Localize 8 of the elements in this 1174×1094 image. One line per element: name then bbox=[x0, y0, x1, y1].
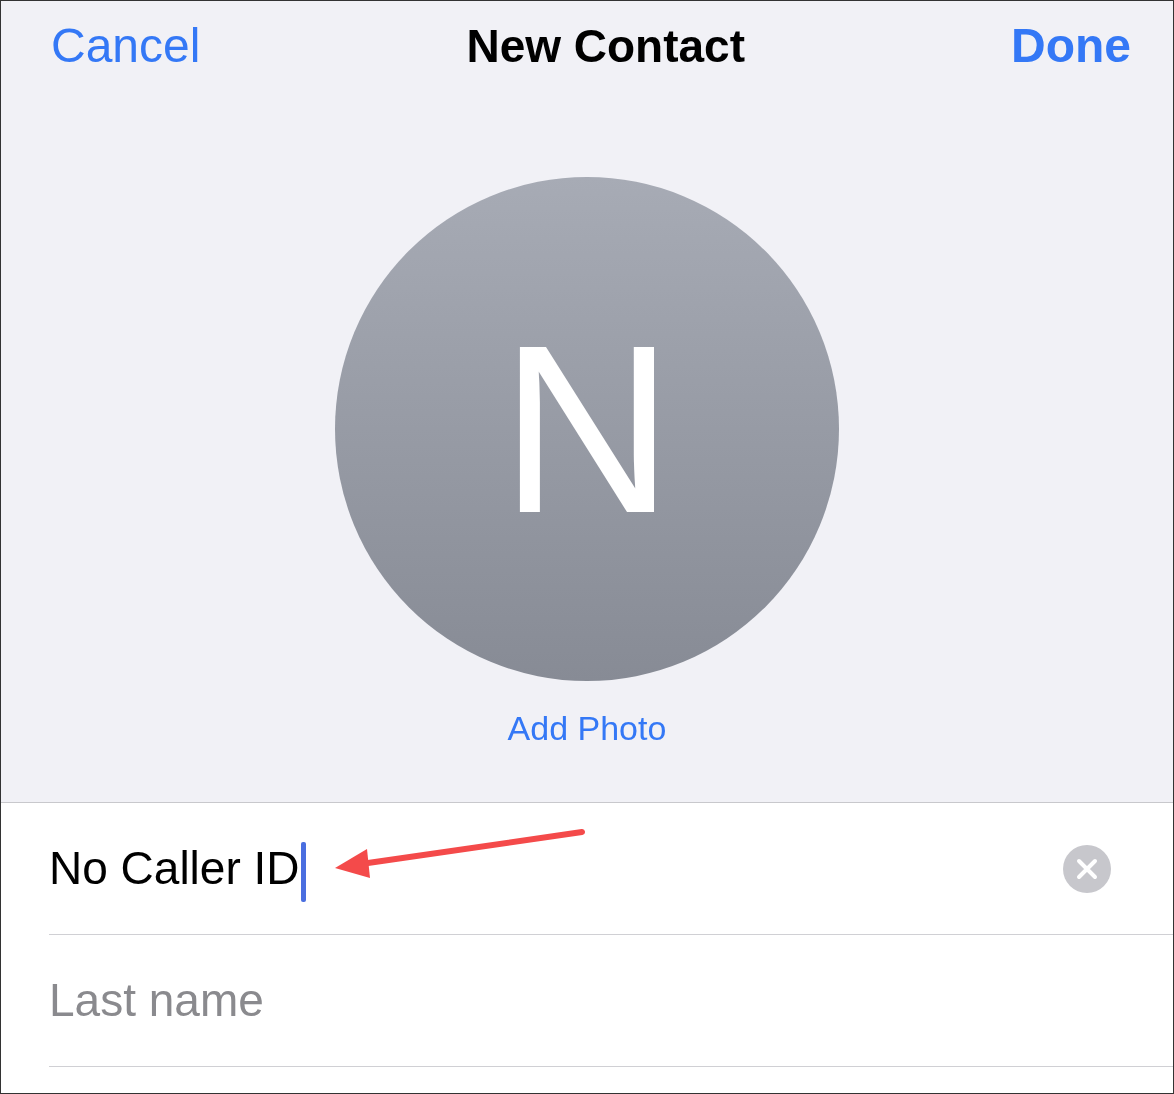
screen-title: New Contact bbox=[466, 18, 745, 74]
input-field[interactable]: Last name bbox=[49, 966, 1111, 1035]
cancel-button[interactable]: Cancel bbox=[51, 22, 201, 70]
clear-icon[interactable] bbox=[1063, 844, 1111, 893]
done-button[interactable]: Done bbox=[1011, 22, 1131, 70]
add-photo-link[interactable]: Add Photo bbox=[507, 703, 667, 754]
input-field[interactable]: No Caller ID bbox=[49, 834, 1063, 903]
avatar-initial: N bbox=[335, 177, 839, 681]
